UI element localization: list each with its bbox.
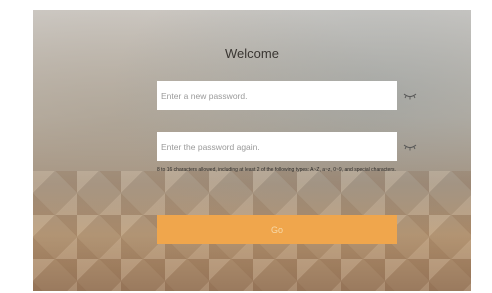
- password-rules-hint: 8 to 16 characters allowed, including at…: [157, 167, 396, 173]
- page-title: Welcome: [225, 46, 279, 61]
- new-password-input[interactable]: [157, 81, 397, 110]
- go-button[interactable]: Go: [157, 215, 397, 244]
- confirm-password-input[interactable]: [157, 132, 397, 161]
- eye-closed-icon[interactable]: [403, 143, 417, 151]
- eye-closed-icon[interactable]: [403, 92, 417, 100]
- login-screen: Welcome 8 to 16 characters allowed, incl…: [33, 10, 471, 291]
